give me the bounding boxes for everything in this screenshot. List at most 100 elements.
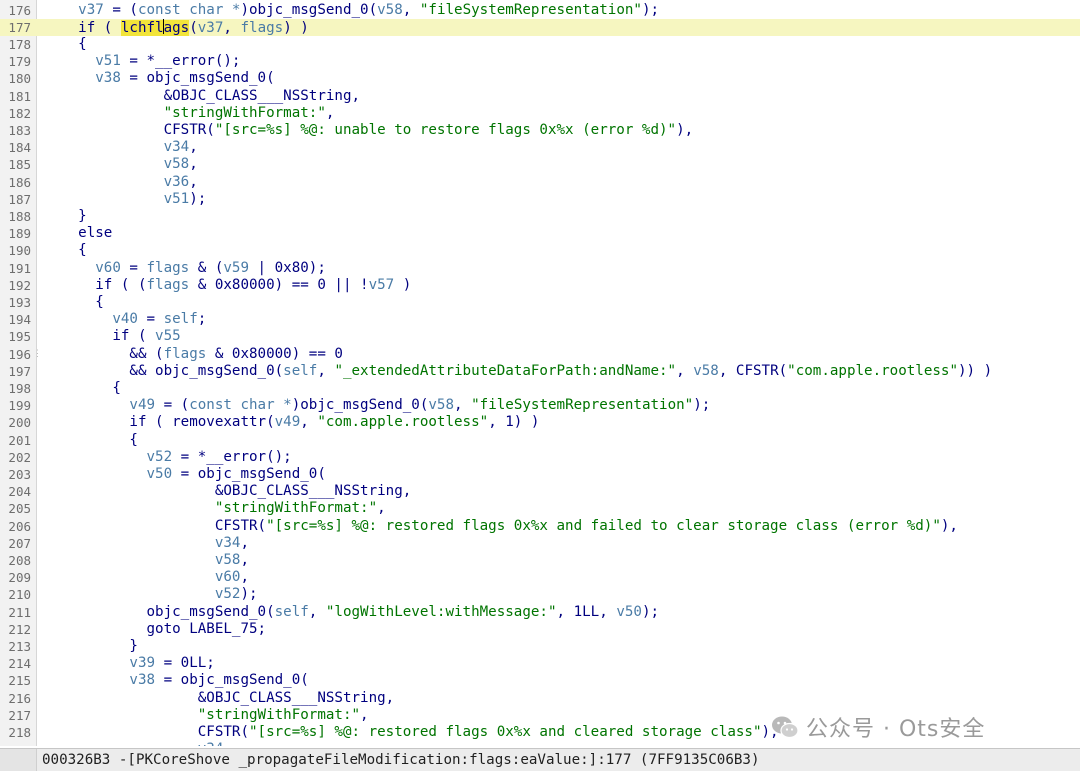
fold-marker-icon[interactable]: ⋮ xyxy=(33,349,42,359)
code-token: ; xyxy=(197,311,207,328)
code-line-current[interactable]: 177 if ( lchflags(v37, flags) ) xyxy=(0,18,1080,36)
code-token: | 0x80); xyxy=(249,259,326,276)
code-token: self xyxy=(274,603,309,620)
code-token: ); xyxy=(240,586,258,603)
code-token: "stringWithFormat:" xyxy=(214,500,378,517)
code-line[interactable]: 185 v58, xyxy=(0,156,1080,173)
code-token: , xyxy=(360,706,369,723)
code-text: &OBJC_CLASS___NSString, xyxy=(44,88,360,105)
code-token: & 0x80000) == 0 xyxy=(206,345,343,362)
code-token: = objc_msgSend_0( xyxy=(120,70,275,87)
code-line[interactable]: 210 v52); xyxy=(0,586,1080,603)
code-editor[interactable]: 176 v37 = (const char *)objc_msgSend_0(v… xyxy=(0,0,1080,746)
code-line[interactable]: 197 && objc_msgSend_0(self, "_extendedAt… xyxy=(0,363,1080,380)
code-line[interactable]: 212 goto LABEL_75; xyxy=(0,621,1080,638)
code-line[interactable]: 207 v34, xyxy=(0,535,1080,552)
line-number: 177 xyxy=(8,19,31,35)
line-number: 210 xyxy=(8,587,31,603)
code-line[interactable]: 200 if ( removexattr(v49, "com.apple.roo… xyxy=(0,414,1080,431)
code-token: v50 xyxy=(616,603,642,620)
code-text: v49 = (const char *)objc_msgSend_0(v58, … xyxy=(44,397,710,414)
code-token: v37 xyxy=(197,19,224,36)
code-line[interactable]: 192 if ( (flags & 0x80000) == 0 || !v57 … xyxy=(0,277,1080,294)
code-text: { xyxy=(44,432,138,449)
code-token: v38 xyxy=(95,70,121,87)
code-token: flags xyxy=(146,276,190,293)
code-text: v39 = 0LL; xyxy=(44,655,215,672)
search-highlight: ags xyxy=(163,19,190,36)
code-line[interactable]: 204 &OBJC_CLASS___NSString, xyxy=(0,483,1080,500)
code-line[interactable]: 193 { xyxy=(0,294,1080,311)
code-line[interactable]: 176 v37 = (const char *)objc_msgSend_0(v… xyxy=(0,2,1080,19)
code-line[interactable]: 216 &OBJC_CLASS___NSString, xyxy=(0,690,1080,707)
code-line[interactable]: 181 &OBJC_CLASS___NSString, xyxy=(0,88,1080,105)
code-token: , xyxy=(454,397,472,414)
code-token: , xyxy=(223,19,241,36)
code-token: ) ) xyxy=(283,19,309,36)
line-number: 206 xyxy=(8,518,31,534)
code-token: flags xyxy=(240,19,284,36)
code-token: )) ) xyxy=(958,362,993,379)
line-number: 204 xyxy=(8,484,31,500)
line-number: 197 xyxy=(8,363,31,379)
code-line[interactable]: 201 { xyxy=(0,432,1080,449)
code-text: if ( removexattr(v49, "com.apple.rootles… xyxy=(44,414,539,431)
line-number: 200 xyxy=(8,415,31,431)
code-line[interactable]: 214 v39 = 0LL; xyxy=(0,655,1080,672)
code-line[interactable]: 188 } xyxy=(0,208,1080,225)
code-token: , xyxy=(189,139,198,156)
code-line[interactable]: 191 v60 = flags & (v59 | 0x80); xyxy=(0,260,1080,277)
code-token: "com.apple.rootless" xyxy=(787,362,959,379)
line-number: 215 xyxy=(8,673,31,689)
code-line[interactable]: 202 v52 = *__error(); xyxy=(0,449,1080,466)
code-line[interactable]: 189 else xyxy=(0,225,1080,242)
code-line[interactable]: 178 { xyxy=(0,36,1080,53)
code-line[interactable]: 195 if ( v55 xyxy=(0,328,1080,345)
code-line[interactable]: 194 v40 = self; xyxy=(0,311,1080,328)
code-text: v40 = self; xyxy=(44,311,206,328)
code-text: if ( (flags & 0x80000) == 0 || !v57 ) xyxy=(44,277,411,294)
code-line[interactable]: 198 { xyxy=(0,380,1080,397)
line-number: 188 xyxy=(8,208,31,224)
code-token: , xyxy=(308,603,326,620)
line-number: 189 xyxy=(8,226,31,242)
code-token: , xyxy=(676,362,694,379)
code-line[interactable]: 206 CFSTR("[src=%s] %@: restored flags 0… xyxy=(0,518,1080,535)
code-line[interactable]: 203 v50 = objc_msgSend_0( xyxy=(0,466,1080,483)
code-line[interactable]: 196 && (flags & 0x80000) == 0 xyxy=(0,346,1080,363)
line-number: 207 xyxy=(8,535,31,551)
code-line[interactable]: 209 v60, xyxy=(0,569,1080,586)
code-line[interactable]: 199 v49 = (const char *)objc_msgSend_0(v… xyxy=(0,397,1080,414)
code-token: objc_msgSend_0( xyxy=(44,603,275,620)
code-line[interactable]: 183 CFSTR("[src=%s] %@: unable to restor… xyxy=(0,122,1080,139)
code-token: = objc_msgSend_0( xyxy=(155,672,309,689)
code-line[interactable]: 186 v36, xyxy=(0,174,1080,191)
code-line[interactable]: 211 objc_msgSend_0(self, "logWithLevel:w… xyxy=(0,604,1080,621)
code-token: const char * xyxy=(137,1,241,18)
code-token: ) xyxy=(394,276,412,293)
code-token: = 0LL; xyxy=(155,655,215,672)
code-line[interactable]: 208 v58, xyxy=(0,552,1080,569)
code-line[interactable]: 215 v38 = objc_msgSend_0( xyxy=(0,672,1080,689)
code-token: v59 xyxy=(223,259,250,276)
code-line[interactable]: 187 v51); xyxy=(0,191,1080,208)
code-line[interactable]: 190 { xyxy=(0,242,1080,259)
code-line[interactable]: 180 v38 = objc_msgSend_0( xyxy=(0,70,1080,87)
line-number: 195 xyxy=(8,329,31,345)
code-token: "fileSystemRepresentation" xyxy=(471,397,694,414)
code-line[interactable]: 205 "stringWithFormat:", xyxy=(0,500,1080,517)
code-line[interactable]: 179 v51 = *__error(); xyxy=(0,53,1080,70)
line-number: 201 xyxy=(8,432,31,448)
code-line[interactable]: 182 "stringWithFormat:", xyxy=(0,105,1080,122)
line-number: 217 xyxy=(8,707,31,723)
line-number: 186 xyxy=(8,174,31,190)
code-line[interactable]: 213 } xyxy=(0,638,1080,655)
code-line[interactable]: 184 v34, xyxy=(0,139,1080,156)
